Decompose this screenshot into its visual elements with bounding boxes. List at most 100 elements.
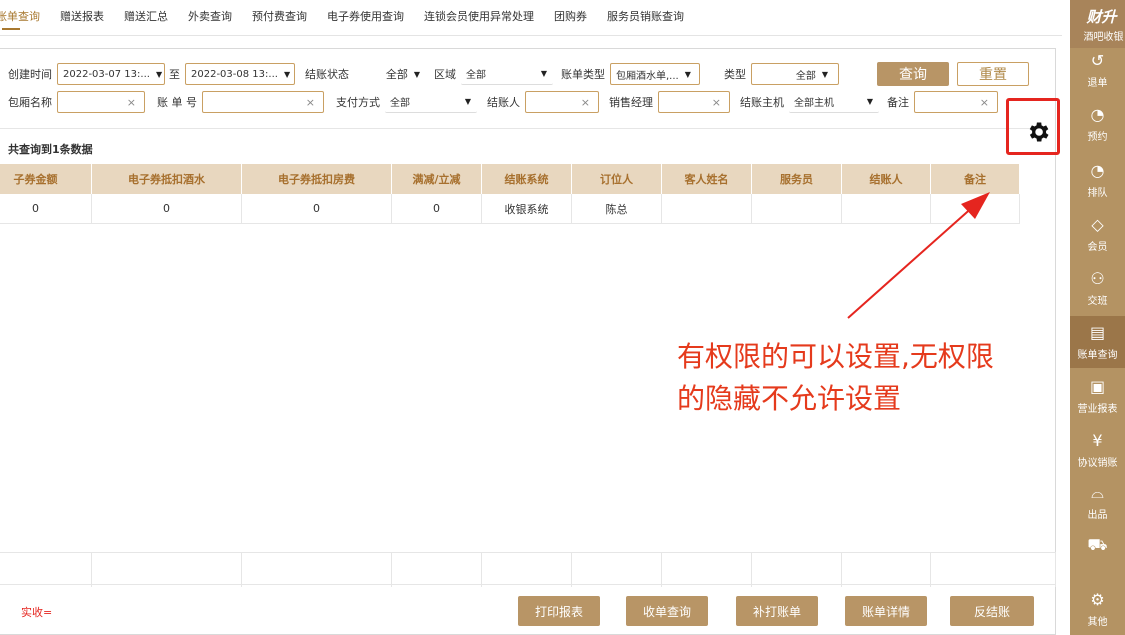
col-ecoupon-room: 电子券抵扣房费 <box>242 164 392 194</box>
tab-ecoupon-query[interactable]: 电子券使用查询 <box>317 0 414 36</box>
sidebar-item-queue[interactable]: ◔ 排队 <box>1070 154 1125 206</box>
chevron-down-icon: ▼ <box>283 69 291 79</box>
cell-booker: 陈总 <box>572 194 662 223</box>
chevron-down-icon: ▼ <box>821 69 828 79</box>
sidebar-item-business-report[interactable]: ▣ 营业报表 <box>1070 370 1125 422</box>
summary-cell <box>482 553 572 587</box>
clear-icon[interactable]: × <box>980 96 989 109</box>
pay-method-select[interactable]: 全部 ▼ <box>385 91 477 113</box>
yen-icon: ¥ <box>1092 430 1103 450</box>
print-report-button[interactable]: 打印报表 <box>518 596 600 626</box>
clear-icon[interactable]: × <box>127 96 136 109</box>
sidebar-item-label: 退单 <box>1087 77 1108 89</box>
clear-icon[interactable]: × <box>581 96 590 109</box>
chevron-down-icon: ▼ <box>684 69 691 79</box>
result-count: 共查询到1条数据 <box>8 143 93 156</box>
cashier-label: 结账人 <box>487 96 520 109</box>
tab-gift-summary[interactable]: 赠送汇总 <box>114 0 178 36</box>
type-value: 全部 <box>795 70 816 82</box>
sales-manager-label: 销售经理 <box>609 96 653 109</box>
cell-coupon-amount: 0 <box>0 194 92 223</box>
remark-input[interactable]: × <box>914 91 998 113</box>
sidebar-item-label: 预约 <box>1087 131 1108 143</box>
create-time-start-select[interactable]: 2022-03-07 13:... ▼ <box>57 63 165 85</box>
cashier-input[interactable]: × <box>525 91 599 113</box>
sidebar-item-shift[interactable]: ⚇ 交班 <box>1070 262 1125 314</box>
cell-discount: 0 <box>392 194 482 223</box>
bill-no-input[interactable]: × <box>202 91 324 113</box>
tab-chain-member-exception[interactable]: 连锁会员使用异常处理 <box>414 0 544 36</box>
sidebar-item-other[interactable]: ⚙ 其他 <box>1070 584 1125 634</box>
room-name-label: 包厢名称 <box>8 96 52 109</box>
settle-host-select[interactable]: 全部主机 ▼ <box>789 91 879 113</box>
summary-cell <box>842 553 931 587</box>
diamond-icon: ◇ <box>1091 214 1104 234</box>
bill-type-label: 账单类型 <box>561 68 605 81</box>
table-header: 子券金额 电子券抵扣酒水 电子券抵扣房费 满减/立减 结账系统 订位人 客人姓名… <box>0 164 1020 194</box>
tab-gift-report[interactable]: 赠送报表 <box>50 0 114 36</box>
sidebar-item-dish[interactable]: ⌓ 出品 <box>1070 476 1125 528</box>
sidebar-item-agreement[interactable]: ¥ 协议销账 <box>1070 424 1125 476</box>
type-select[interactable]: 全部 ▼ <box>751 63 839 85</box>
sidebar-item-cart[interactable]: ⛟ <box>1070 526 1125 566</box>
tab-prepaid-query[interactable]: 预付费查询 <box>242 0 317 36</box>
bill-detail-button[interactable]: 账单详情 <box>845 596 927 626</box>
col-booker: 订位人 <box>572 164 662 194</box>
col-remark: 备注 <box>931 164 1020 194</box>
col-discount: 满减/立减 <box>392 164 482 194</box>
summary-cell <box>92 553 242 587</box>
reprint-bill-button[interactable]: 补打账单 <box>736 596 818 626</box>
gear-icon[interactable] <box>1025 119 1051 145</box>
settle-status-select[interactable]: 全部 ▼ <box>354 63 424 85</box>
reverse-settle-button[interactable]: 反结账 <box>950 596 1034 626</box>
cell-guest-name <box>662 194 752 223</box>
create-time-label: 创建时间 <box>8 68 52 81</box>
sales-manager-input[interactable]: × <box>658 91 730 113</box>
cell-waiter <box>752 194 842 223</box>
sidebar-item-label: 出品 <box>1087 509 1108 521</box>
sidebar-item-refund[interactable]: ↺ 退单 <box>1070 48 1125 92</box>
tab-group-coupon[interactable]: 团购券 <box>544 0 597 36</box>
clear-icon[interactable]: × <box>712 96 721 109</box>
refund-icon: ↺ <box>1090 50 1105 70</box>
annotation-line-2: 的隐藏不允许设置 <box>677 382 902 415</box>
cell-ecoupon-drink: 0 <box>92 194 242 223</box>
table-row[interactable]: 0 0 0 0 收银系统 陈总 <box>0 194 1020 224</box>
room-name-input[interactable]: × <box>57 91 145 113</box>
cart-icon: ⛟ <box>1087 535 1108 554</box>
pay-method-label: 支付方式 <box>336 96 380 109</box>
col-guest-name: 客人姓名 <box>662 164 752 194</box>
summary-cell <box>931 553 1056 587</box>
sidebar-item-member[interactable]: ◇ 会员 <box>1070 208 1125 260</box>
annotation-text: 有权限的可以设置,无权限 的隐藏不允许设置 <box>677 336 994 420</box>
summary-cell <box>572 553 662 587</box>
area-select[interactable]: 全部 ▼ <box>461 63 553 85</box>
tab-bill-query[interactable]: 账单查询 <box>0 0 50 36</box>
report-icon: ▣ <box>1089 376 1106 396</box>
chevron-down-icon: ▼ <box>413 69 420 79</box>
sidebar-item-label: 其他 <box>1087 616 1108 628</box>
shift-icon: ⚇ <box>1090 268 1105 288</box>
pay-method-value: 全部 <box>390 98 410 109</box>
tab-takeout-query[interactable]: 外卖查询 <box>178 0 242 36</box>
clock-icon: ◔ <box>1090 160 1105 180</box>
sidebar-item-reserve[interactable]: ◔ 预约 <box>1070 98 1125 150</box>
tab-waiter-writeoff[interactable]: 服务员销账查询 <box>597 0 694 36</box>
summary-cell <box>242 553 392 587</box>
summary-cell <box>0 553 92 587</box>
summary-cell <box>662 553 752 587</box>
brand-name: 财升 <box>1086 8 1117 26</box>
create-time-end-value: 2022-03-08 13:... <box>191 68 278 80</box>
top-tabs: 账单查询 赠送报表 赠送汇总 外卖查询 预付费查询 电子券使用查询 连锁会员使用… <box>0 0 1062 36</box>
filter-divider <box>0 128 1044 129</box>
receipt-query-button[interactable]: 收单查询 <box>626 596 708 626</box>
clock-icon: ◔ <box>1090 104 1105 124</box>
bill-table: 子券金额 电子券抵扣酒水 电子券抵扣房费 满减/立减 结账系统 订位人 客人姓名… <box>0 164 1020 224</box>
clear-icon[interactable]: × <box>306 96 315 109</box>
cell-cashier <box>842 194 931 223</box>
reset-button[interactable]: 重置 <box>957 62 1029 86</box>
bill-type-select[interactable]: 包厢酒水单,... ▼ <box>610 63 700 85</box>
query-button[interactable]: 查询 <box>877 62 949 86</box>
sidebar-item-bill-query[interactable]: ▤ 账单查询 <box>1070 316 1125 368</box>
create-time-end-select[interactable]: 2022-03-08 13:... ▼ <box>185 63 295 85</box>
